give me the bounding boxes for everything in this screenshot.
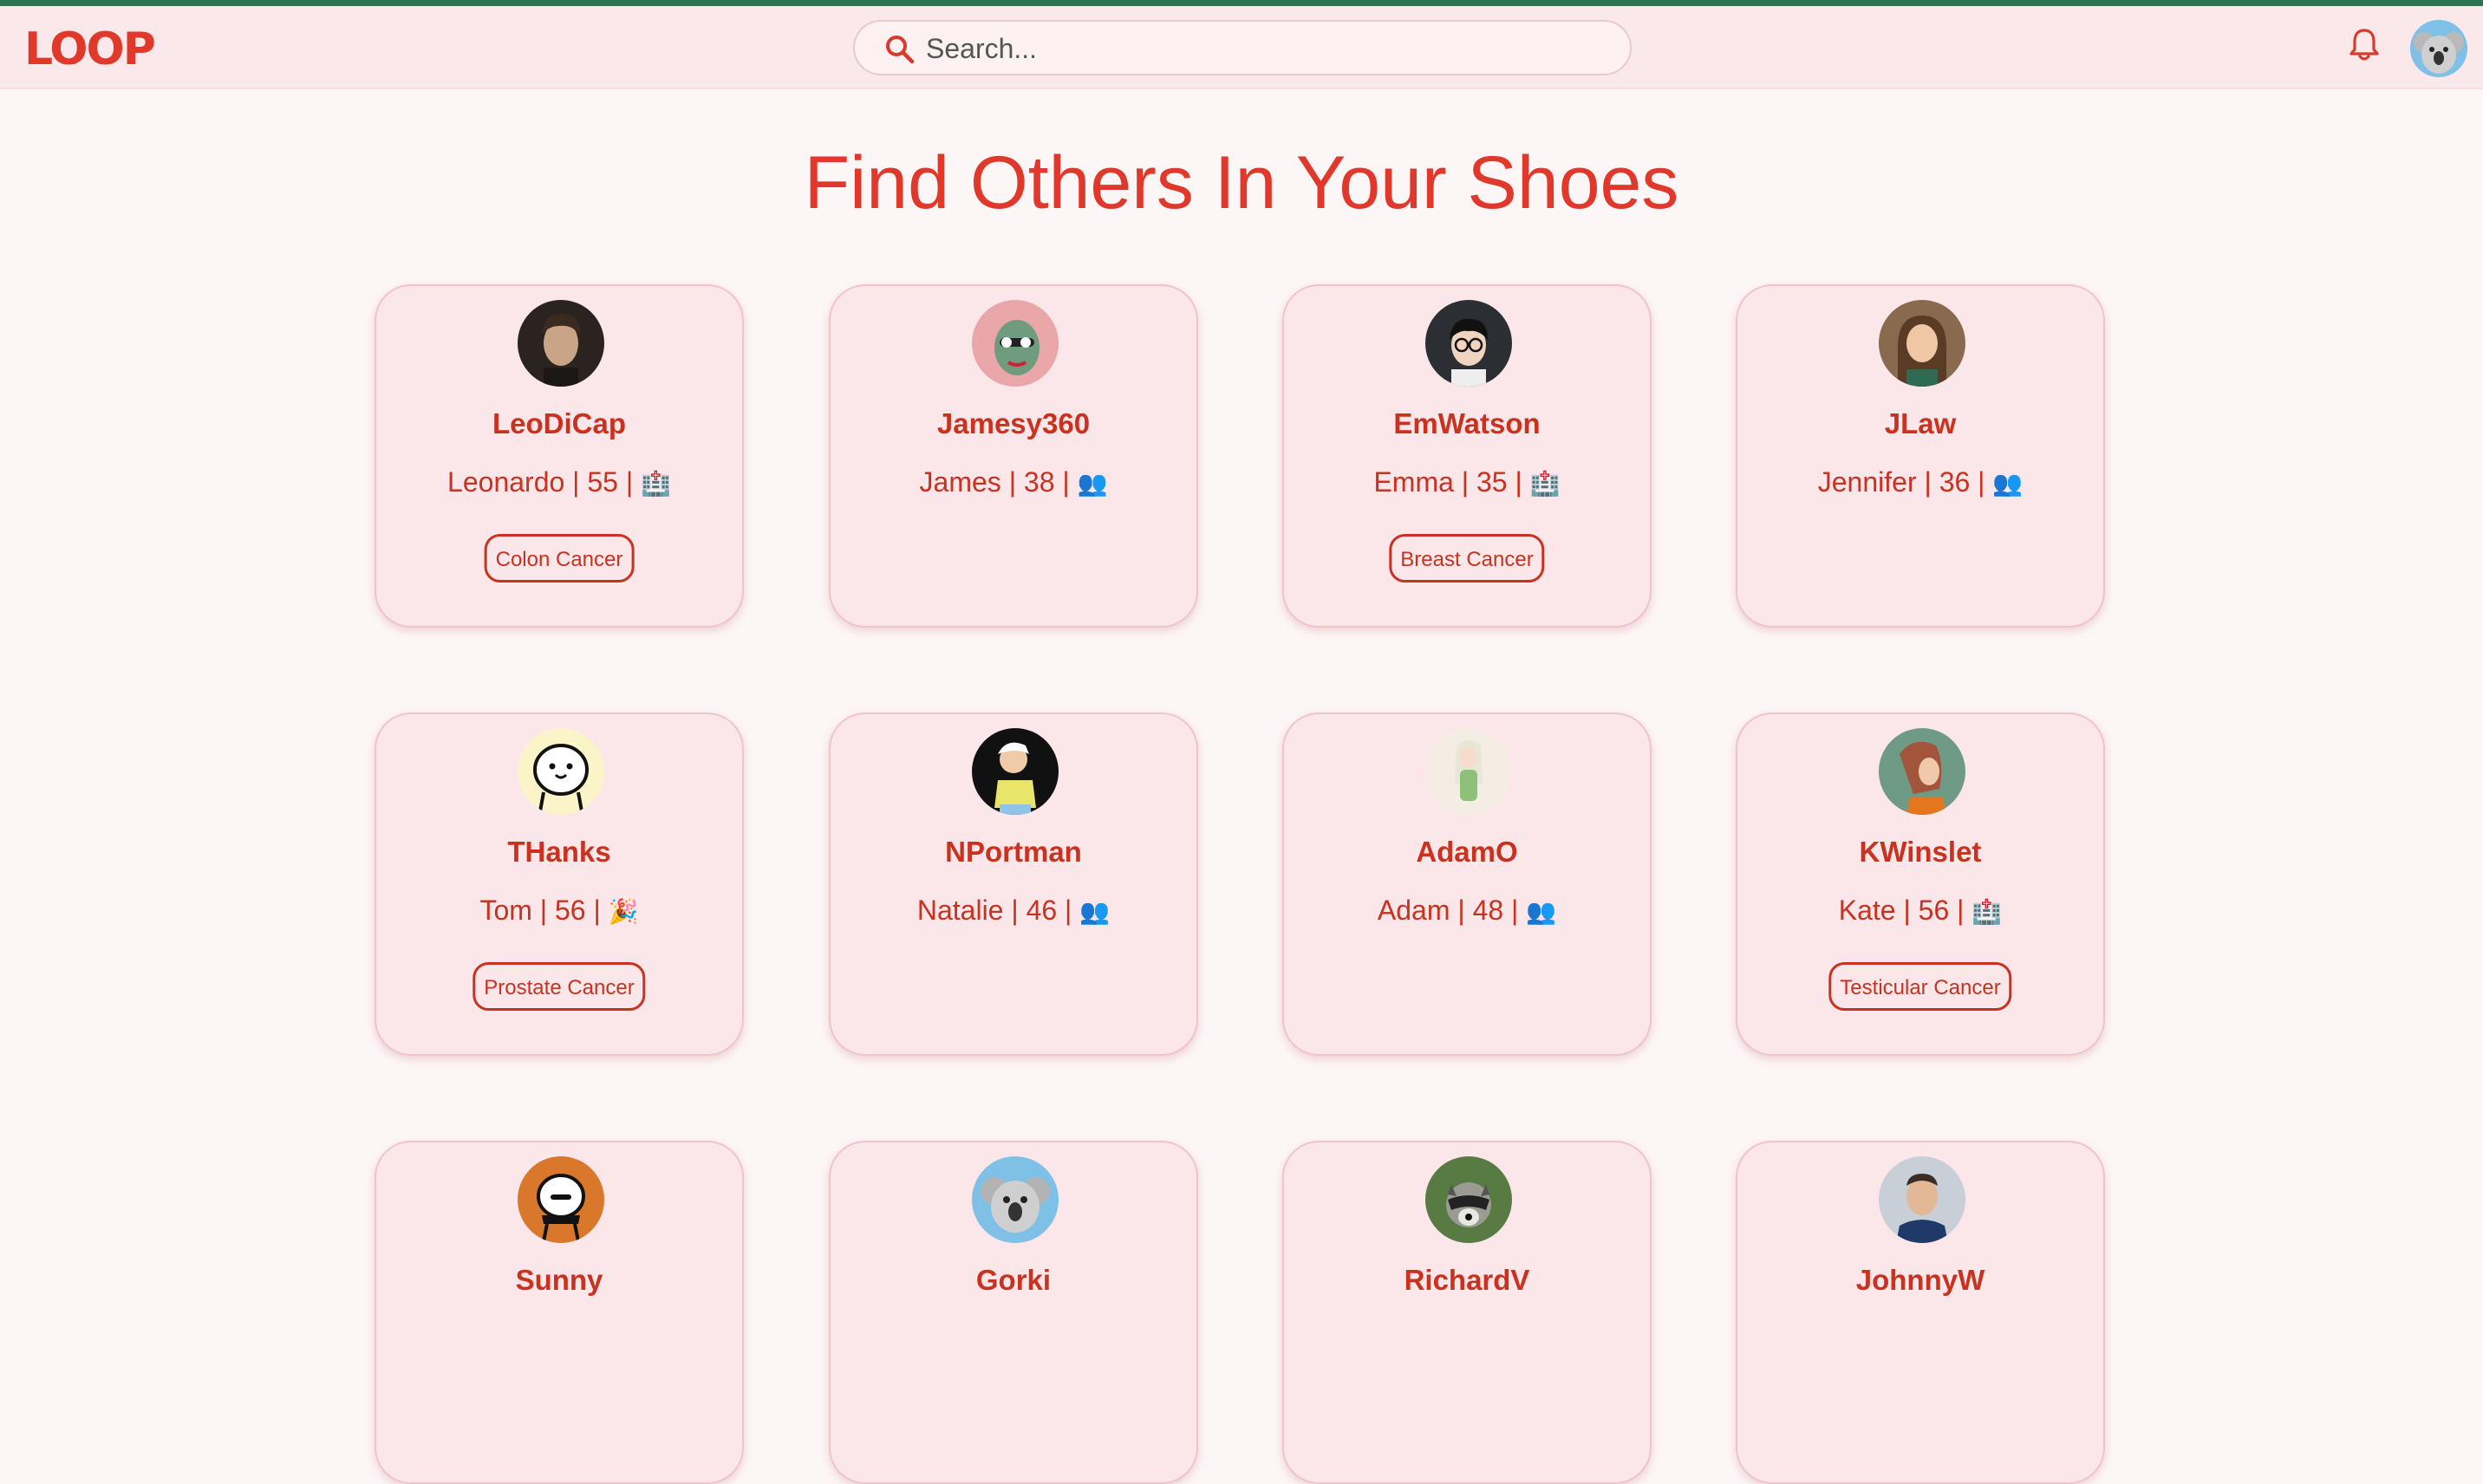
role-icon: 👥 <box>1079 897 1111 926</box>
user-avatar <box>1879 728 1965 815</box>
user-meta: Natalie | 46 | 👥 <box>831 895 1196 927</box>
age: 56 <box>1918 895 1950 926</box>
loop-logo[interactable]: LOOP <box>24 23 156 75</box>
separator: | <box>1949 895 1972 926</box>
page-title: Find Others In Your Shoes <box>804 141 1679 225</box>
username[interactable]: THanks <box>376 836 742 869</box>
separator: | <box>1000 466 1024 498</box>
user-meta: Kate | 56 | 🏥 <box>1737 895 2103 927</box>
separator: | <box>1895 895 1919 926</box>
role-icon: 👥 <box>1077 469 1108 498</box>
first-name: Adam <box>1377 895 1450 926</box>
role-icon: 🏥 <box>641 469 671 498</box>
first-name: Tom <box>479 895 532 926</box>
age: 38 <box>1023 466 1055 498</box>
user-avatar <box>1425 300 1512 387</box>
role-icon: 🏥 <box>1529 469 1561 498</box>
separator: | <box>1507 466 1530 498</box>
role-icon: 👥 <box>1992 469 2024 498</box>
user-meta: Emma | 35 | 🏥 <box>1284 466 1650 498</box>
first-name: James <box>919 466 1001 498</box>
user-meta: Tom | 56 | 🎉 <box>376 895 742 927</box>
role-icon: 🎉 <box>608 897 639 926</box>
separator: | <box>1453 466 1476 498</box>
username[interactable]: JLaw <box>1737 407 2103 440</box>
user-card[interactable]: JLaw Jennifer | 36 | 👥 <box>1736 284 2105 628</box>
separator: | <box>1054 466 1078 498</box>
diagnosis-tag[interactable]: Breast Cancer <box>1389 534 1545 583</box>
user-card[interactable]: Jamesy360 James | 38 | 👥 <box>829 284 1198 628</box>
diagnosis-tag[interactable]: Testicular Cancer <box>1828 962 2012 1011</box>
user-meta: Adam | 48 | 👥 <box>1284 895 1650 927</box>
username[interactable]: NPortman <box>831 836 1196 869</box>
bell-icon[interactable] <box>2348 27 2381 63</box>
username[interactable]: JohnnyW <box>1737 1264 2103 1297</box>
username[interactable]: KWinslet <box>1737 836 2103 869</box>
separator: | <box>531 895 555 926</box>
separator: | <box>585 895 609 926</box>
first-name: Natalie <box>916 895 1004 926</box>
user-avatar <box>972 728 1059 815</box>
separator: | <box>1916 466 1939 498</box>
username[interactable]: AdamO <box>1284 836 1650 869</box>
username[interactable]: LeoDiCap <box>376 407 742 440</box>
user-meta: Jennifer | 36 | 👥 <box>1737 466 2103 498</box>
user-card[interactable]: THanks Tom | 56 | 🎉 Prostate Cancer <box>375 713 744 1056</box>
separator: | <box>1003 895 1026 926</box>
user-card[interactable]: Sunny <box>375 1141 744 1484</box>
diagnosis-tag[interactable]: Prostate Cancer <box>472 962 646 1011</box>
user-avatar <box>518 1156 604 1243</box>
username[interactable]: Gorki <box>831 1264 1196 1297</box>
user-avatar <box>1425 1156 1512 1243</box>
first-name: Jennifer <box>1817 466 1917 498</box>
username[interactable]: RichardV <box>1284 1264 1650 1297</box>
first-name: Kate <box>1838 895 1896 926</box>
age: 46 <box>1026 895 1058 926</box>
user-avatar <box>518 728 604 815</box>
top-accent-bar <box>0 0 2483 6</box>
user-avatar <box>1879 1156 1965 1243</box>
separator: | <box>1450 895 1473 926</box>
user-avatar <box>518 300 604 387</box>
age: 36 <box>1939 466 1971 498</box>
separator: | <box>564 466 588 498</box>
user-card[interactable]: AdamO Adam | 48 | 👥 <box>1282 713 1652 1056</box>
user-avatar <box>1879 300 1965 387</box>
separator: | <box>1970 466 1993 498</box>
user-card[interactable]: RichardV <box>1282 1141 1652 1484</box>
role-icon: 🏥 <box>1971 897 2003 926</box>
user-meta: Leonardo | 55 | 🏥 <box>376 466 742 498</box>
header: LOOP <box>0 6 2483 89</box>
search-icon <box>886 36 915 64</box>
separator: | <box>617 466 642 498</box>
role-icon: 👥 <box>1526 897 1557 926</box>
diagnosis-tag[interactable]: Colon Cancer <box>484 534 635 583</box>
user-avatar[interactable] <box>2410 20 2467 77</box>
user-card[interactable]: LeoDiCap Leonardo | 55 | 🏥 Colon Cancer <box>375 284 744 628</box>
first-name: Emma <box>1373 466 1454 498</box>
search-input[interactable] <box>924 29 1604 68</box>
user-card[interactable]: EmWatson Emma | 35 | 🏥 Breast Cancer <box>1282 284 1652 628</box>
age: 48 <box>1472 895 1504 926</box>
user-avatar <box>972 300 1059 387</box>
age: 56 <box>554 895 586 926</box>
user-meta: James | 38 | 👥 <box>831 466 1196 498</box>
user-card[interactable]: Gorki <box>829 1141 1198 1484</box>
username[interactable]: Sunny <box>376 1264 742 1297</box>
username[interactable]: Jamesy360 <box>831 407 1196 440</box>
username[interactable]: EmWatson <box>1284 407 1650 440</box>
user-avatar <box>972 1156 1059 1243</box>
user-card[interactable]: NPortman Natalie | 46 | 👥 <box>829 713 1198 1056</box>
search-bar[interactable] <box>853 20 1632 75</box>
age: 55 <box>587 466 618 498</box>
first-name: Leonardo <box>447 466 565 498</box>
separator: | <box>1503 895 1527 926</box>
user-card[interactable]: JohnnyW <box>1736 1141 2105 1484</box>
separator: | <box>1057 895 1080 926</box>
age: 35 <box>1476 466 1508 498</box>
user-avatar <box>1425 728 1512 815</box>
user-card[interactable]: KWinslet Kate | 56 | 🏥 Testicular Cancer <box>1736 713 2105 1056</box>
